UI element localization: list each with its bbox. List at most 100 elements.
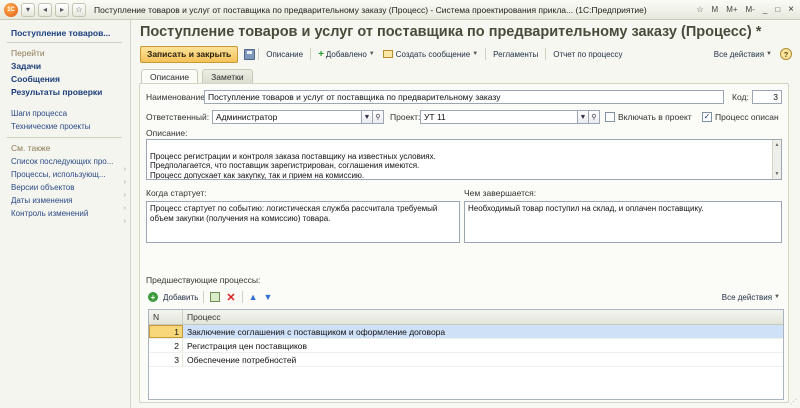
menu-dropdown-button[interactable]: ▾ bbox=[21, 2, 35, 17]
chevron-right-icon: › › › › › bbox=[123, 166, 126, 225]
code-label: Код: bbox=[732, 92, 749, 102]
nav-current-form[interactable]: Поступление товаров... bbox=[11, 28, 123, 38]
added-label: Добавлено bbox=[325, 49, 367, 59]
name-field[interactable]: Поступление товаров и услуг от поставщик… bbox=[204, 90, 724, 104]
chevron-down-icon: ▼ bbox=[766, 51, 772, 57]
row-process: Обеспечение потребностей bbox=[187, 354, 297, 365]
row-process: Заключение соглашения с поставщиком и оф… bbox=[187, 326, 446, 337]
window-title: Поступление товаров и услуг от поставщик… bbox=[94, 4, 647, 15]
responsible-search-icon[interactable]: ⚲ bbox=[372, 110, 384, 124]
code-field[interactable]: 3 bbox=[752, 90, 782, 104]
when-ends-label: Чем завершается: bbox=[464, 188, 537, 198]
name-label: Наименование: bbox=[146, 92, 208, 102]
nav-item-change-dates[interactable]: Даты изменения bbox=[11, 194, 123, 207]
delete-icon[interactable]: ✕ bbox=[226, 291, 235, 304]
close-button[interactable]: × bbox=[786, 4, 796, 15]
description-scrollbar[interactable]: ▲ ▼ bbox=[772, 140, 781, 179]
responsible-field[interactable]: Администратор bbox=[212, 110, 362, 124]
project-field[interactable]: УТ 11 bbox=[420, 110, 578, 124]
table-all-actions-label: Все действия bbox=[721, 292, 773, 302]
description-label: Описание: bbox=[146, 128, 188, 138]
favorites-icon[interactable]: ☆ bbox=[694, 5, 705, 14]
table-toolbar: + Добавить ✕ ▲ ▼ Все действия ▼ bbox=[148, 290, 784, 304]
when-starts-textarea[interactable]: Процесс стартует по событию: логистическ… bbox=[146, 201, 460, 243]
nav-item-messages[interactable]: Сообщения bbox=[11, 73, 130, 86]
nav-item-tasks[interactable]: Задачи bbox=[11, 60, 130, 73]
chevron-down-icon: ▼ bbox=[472, 51, 479, 57]
add-circle-icon[interactable]: + bbox=[148, 292, 158, 302]
table-row[interactable]: 2 Регистрация цен поставщиков bbox=[149, 339, 783, 353]
tab-description[interactable]: Описание bbox=[141, 69, 199, 84]
nav-item-next-processes[interactable]: Список последующих про... bbox=[11, 155, 123, 168]
chevron-down-icon: ▼ bbox=[368, 51, 375, 57]
maximize-button[interactable]: □ bbox=[773, 5, 782, 14]
tab-panel-description: Наименование: Поступление товаров и услу… bbox=[139, 83, 789, 403]
nav-item-object-versions[interactable]: Версии объектов bbox=[11, 181, 123, 194]
nav-item-process-steps[interactable]: Шаги процесса bbox=[11, 107, 123, 120]
added-dropdown-button[interactable]: + Добавлено ▼ bbox=[314, 46, 379, 63]
navigation-panel: Поступление товаров... Перейти Задачи Со… bbox=[0, 20, 131, 408]
move-up-icon[interactable]: ▲ bbox=[249, 292, 258, 302]
add-button[interactable]: Добавить bbox=[161, 289, 200, 306]
when-starts-label: Когда стартует: bbox=[146, 188, 207, 198]
all-actions-label: Все действия bbox=[713, 49, 765, 59]
divider bbox=[7, 42, 122, 43]
nav-goto-header: Перейти bbox=[11, 48, 45, 58]
scroll-up-icon[interactable]: ▲ bbox=[773, 141, 781, 149]
process-report-button[interactable]: Отчет по процессу bbox=[549, 46, 626, 63]
include-in-project-checkbox[interactable] bbox=[605, 112, 615, 122]
create-message-label: Создать сообщение bbox=[395, 49, 471, 59]
include-in-project-label: Включать в проект bbox=[618, 112, 692, 122]
nav-item-change-control[interactable]: Контроль изменений bbox=[11, 207, 123, 220]
nav-item-check-results[interactable]: Результаты проверки bbox=[11, 86, 130, 99]
when-ends-textarea[interactable]: Необходимый товар поступил на склад, и о… bbox=[464, 201, 782, 243]
column-header-n[interactable]: N bbox=[149, 310, 183, 324]
description-text: Процесс регистрации и контроля заказа по… bbox=[150, 151, 436, 180]
row-process: Регистрация цен поставщиков bbox=[187, 340, 308, 351]
all-actions-button[interactable]: Все действия ▼ bbox=[710, 46, 776, 63]
memory-mminus-button[interactable]: M- bbox=[744, 5, 757, 14]
description-textarea[interactable]: Процесс регистрации и контроля заказа по… bbox=[146, 139, 782, 180]
nav-see-also-header: См. также bbox=[11, 143, 51, 153]
table-row[interactable]: 3 Обеспечение потребностей bbox=[149, 353, 783, 367]
minimize-button[interactable]: _ bbox=[761, 5, 769, 14]
chevron-down-icon: ▼ bbox=[774, 294, 780, 300]
form-area: Поступление товаров и услуг от поставщик… bbox=[132, 20, 800, 408]
tab-notes[interactable]: Заметки bbox=[202, 69, 253, 83]
move-down-icon[interactable]: ▼ bbox=[264, 292, 273, 302]
table-all-actions-button[interactable]: Все действия ▼ bbox=[718, 289, 784, 306]
form-tabs: Описание Заметки bbox=[141, 69, 253, 84]
forward-arrow-icon[interactable]: ▸ bbox=[55, 2, 69, 17]
prev-processes-table: N Процесс 1 Заключение соглашения с пост… bbox=[148, 309, 784, 400]
save-disk-icon[interactable] bbox=[244, 48, 256, 60]
nav-item-processes-using[interactable]: Процессы, использующ... bbox=[11, 168, 123, 181]
back-arrow-icon[interactable]: ◂ bbox=[38, 2, 52, 17]
favorites-star-icon[interactable]: ☆ bbox=[72, 2, 86, 17]
row-number: 1 bbox=[149, 325, 183, 338]
copy-icon[interactable] bbox=[210, 292, 221, 302]
column-header-process[interactable]: Процесс bbox=[183, 310, 783, 324]
memory-m-button[interactable]: M bbox=[710, 5, 721, 14]
project-label: Проект: bbox=[390, 112, 421, 122]
table-header: N Процесс bbox=[149, 310, 783, 325]
save-close-button[interactable]: Записать и закрыть bbox=[140, 45, 239, 63]
scroll-down-icon[interactable]: ▼ bbox=[773, 170, 781, 178]
process-described-label: Процесс описан bbox=[715, 112, 779, 122]
process-described-checkbox[interactable]: ✓ bbox=[702, 112, 712, 122]
row-number: 3 bbox=[149, 353, 183, 366]
help-icon[interactable]: ? bbox=[780, 48, 792, 60]
nav-item-tech-projects[interactable]: Технические проекты bbox=[11, 120, 123, 133]
regulations-button[interactable]: Регламенты bbox=[489, 46, 542, 63]
app-logo-icon[interactable]: 1С bbox=[4, 2, 18, 17]
envelope-icon bbox=[382, 50, 393, 58]
table-row[interactable]: 1 Заключение соглашения с поставщиком и … bbox=[149, 325, 783, 339]
responsible-label: Ответственный: bbox=[146, 112, 210, 122]
page-title: Поступление товаров и услуг от поставщик… bbox=[140, 24, 762, 40]
plus-icon: + bbox=[318, 48, 324, 60]
create-message-button[interactable]: Создать сообщение ▼ bbox=[379, 46, 482, 63]
memory-mplus-button[interactable]: M+ bbox=[724, 5, 739, 14]
resize-grip-icon[interactable]: ⋰ bbox=[790, 398, 798, 406]
description-button[interactable]: Описание bbox=[262, 46, 307, 63]
form-toolbar: Записать и закрыть Описание + Добавлено … bbox=[140, 45, 792, 63]
project-search-icon[interactable]: ⚲ bbox=[588, 110, 600, 124]
